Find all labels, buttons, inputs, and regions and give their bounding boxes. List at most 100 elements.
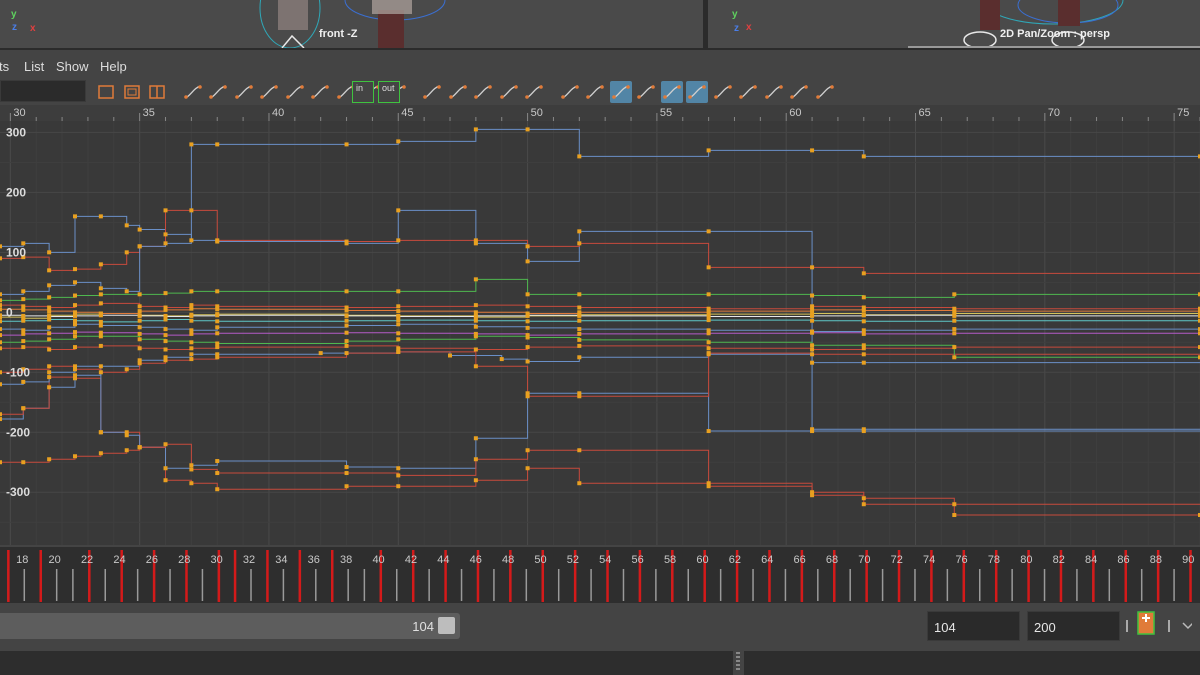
frame-selection-icon[interactable] [121, 81, 143, 103]
keyframe-14-14[interactable] [706, 318, 711, 323]
animation-end-field[interactable]: 200 [1027, 611, 1120, 641]
keyframe-3-7[interactable] [163, 358, 168, 363]
keyframe-5-2[interactable] [47, 268, 52, 273]
keyframe-9-0[interactable] [0, 340, 2, 345]
keyframe-7-13[interactable] [525, 448, 530, 453]
keyframe-15-8[interactable] [215, 331, 220, 336]
keyframe-15-10[interactable] [396, 331, 401, 336]
keyframe-8-3[interactable] [73, 293, 77, 298]
keyframe-3-12[interactable] [473, 364, 478, 369]
keyframe-0-4[interactable] [98, 364, 103, 369]
keyframe-14-0[interactable] [0, 319, 2, 324]
time-slider-key[interactable] [330, 550, 334, 602]
keyframe-4-6[interactable] [137, 227, 142, 232]
keyframe-13-15[interactable] [810, 307, 815, 312]
graph-time-ruler[interactable] [0, 105, 1200, 121]
auto-load-icon[interactable] [609, 81, 632, 103]
keyframe-16-17[interactable] [952, 345, 957, 350]
range-slider[interactable]: 104 [0, 613, 460, 639]
reference-icon[interactable] [712, 81, 734, 103]
keyframe-9-17[interactable] [952, 355, 957, 360]
keyframe-6-9[interactable] [215, 142, 220, 147]
keyframe-7-0[interactable] [0, 460, 2, 465]
keyframe-15-15[interactable] [810, 330, 815, 335]
keyframe-8-2[interactable] [47, 295, 52, 300]
keyframe-2-10[interactable] [344, 465, 349, 470]
keyframe-6-8[interactable] [189, 142, 194, 147]
keyframe-2-2[interactable] [47, 370, 52, 375]
keyframe-7-2[interactable] [47, 457, 52, 462]
anim-curve-14[interactable] [0, 319, 1200, 323]
keyframe-3-11[interactable] [396, 349, 401, 354]
anim-curve-7[interactable] [0, 443, 1200, 505]
keyframe-3-13[interactable] [525, 394, 530, 399]
anim-curve-15[interactable] [0, 331, 1200, 336]
tangent-step-icon[interactable] [309, 81, 331, 103]
keyframe-7-10[interactable] [344, 471, 349, 476]
keyframe-11-2[interactable] [47, 305, 52, 310]
keyframe-5-10[interactable] [344, 239, 349, 244]
anim-curve-12[interactable] [0, 323, 1200, 333]
keyframe-4-7[interactable] [163, 232, 168, 237]
tangent-linear-icon[interactable] [258, 81, 280, 103]
keyframe-8-17[interactable] [952, 292, 957, 297]
keyframe-11-15[interactable] [810, 304, 815, 309]
keyframe-17-4[interactable] [98, 313, 103, 318]
keyframe-17-16[interactable] [861, 313, 866, 318]
keyframe-17-17[interactable] [952, 313, 957, 318]
menu-help[interactable]: Help [100, 59, 127, 74]
mel-command-input[interactable] [0, 651, 733, 675]
keyframe-5-4[interactable] [98, 262, 103, 267]
retime-icon[interactable] [686, 81, 708, 103]
keyframe-0-0[interactable] [0, 417, 2, 422]
keyframe-1-9[interactable] [215, 487, 220, 492]
anim-curve-5[interactable] [0, 209, 1200, 274]
keyframe-9-15[interactable] [810, 343, 815, 348]
keyframe-6-4[interactable] [98, 286, 103, 291]
keyframe-0-11[interactable] [448, 353, 452, 358]
keyframe-6-15[interactable] [706, 148, 711, 153]
keyframe-15-7[interactable] [189, 331, 194, 336]
keyframe-6-14[interactable] [577, 154, 582, 159]
keyframe-3-3[interactable] [73, 367, 77, 372]
menu-show[interactable]: Show [56, 59, 89, 74]
keyframe-17-10[interactable] [396, 314, 401, 319]
keyframe-3-10[interactable] [344, 351, 349, 356]
keyframe-9-8[interactable] [215, 341, 220, 346]
keyframe-4-0[interactable] [0, 244, 2, 249]
unify-tangent-icon[interactable] [447, 81, 469, 103]
keyframe-0-13[interactable] [525, 359, 530, 364]
keyframe-13-1[interactable] [21, 307, 26, 312]
keyframe-7-6[interactable] [137, 445, 142, 450]
keyframe-12-12[interactable] [525, 325, 530, 330]
keyframe-4-5[interactable] [124, 223, 129, 228]
keyframe-7-5[interactable] [124, 448, 129, 453]
keyframe-0-14[interactable] [577, 355, 582, 360]
keyframe-13-13[interactable] [577, 310, 582, 315]
keyframe-1-8[interactable] [189, 481, 194, 486]
anim-curve-0[interactable] [0, 351, 1200, 420]
keyframe-7-9[interactable] [215, 471, 220, 476]
keyframe-8-9[interactable] [344, 289, 349, 294]
keyframe-9-6[interactable] [163, 339, 168, 344]
keyframe-17-13[interactable] [577, 313, 582, 318]
keyframe-6-12[interactable] [473, 127, 478, 132]
time-slider[interactable]: 18 20 22 24 26 28 30 32 34 36 38 40 42 44 46 48 50 52 54 56… [0, 547, 1200, 603]
keyframe-9-13[interactable] [577, 337, 582, 342]
menu-keys[interactable]: ts [0, 59, 9, 74]
keyframe-4-13[interactable] [525, 259, 530, 264]
keyframe-9-7[interactable] [189, 340, 194, 345]
keyframe-12-5[interactable] [137, 325, 142, 330]
keyframe-4-17[interactable] [861, 427, 866, 432]
keyframe-14-7[interactable] [189, 318, 194, 323]
keyframe-12-1[interactable] [21, 328, 26, 333]
keyframe-0-16[interactable] [810, 360, 815, 365]
keyframe-13-17[interactable] [952, 309, 957, 314]
menu-list[interactable]: List [24, 59, 44, 74]
keyframe-14-3[interactable] [73, 318, 77, 323]
time-slider-ruler[interactable]: 18 20 22 24 26 28 30 32 34 36 38 40 42 44 46 48 50 52 54 56… [0, 547, 1200, 603]
keyframe-1-7[interactable] [163, 478, 168, 483]
anim-curve-16[interactable] [0, 345, 1200, 350]
frame-playback-icon[interactable] [146, 81, 168, 103]
keyframe-13-2[interactable] [47, 309, 52, 314]
